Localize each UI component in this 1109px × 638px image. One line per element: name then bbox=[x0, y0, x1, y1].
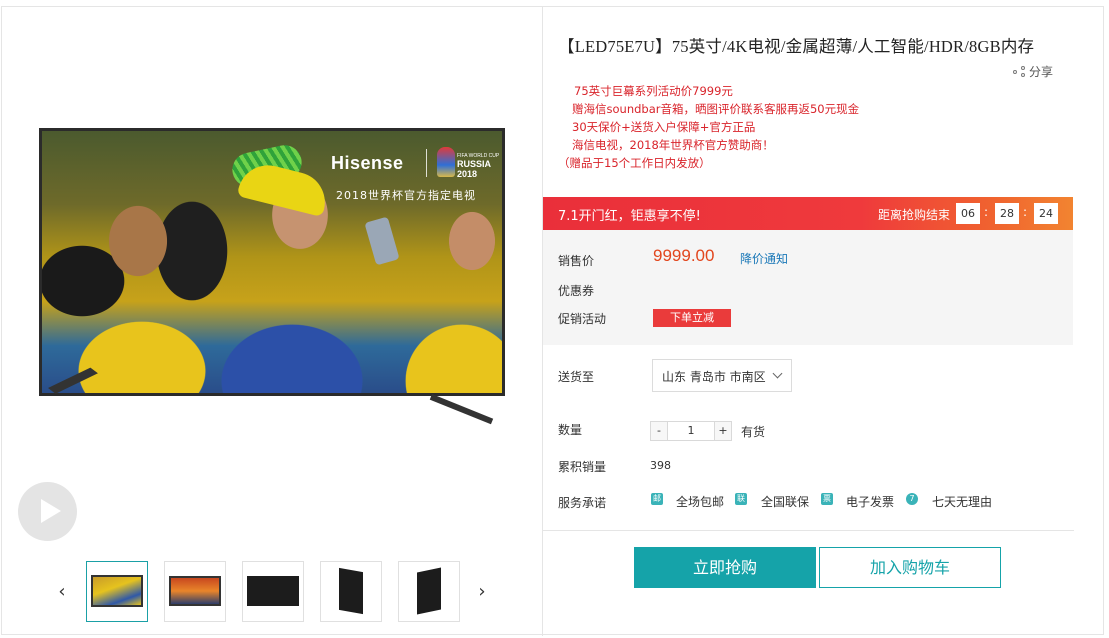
price-panel: 销售价 9999.00 降价通知 优惠券 促销活动 下单立减 bbox=[543, 230, 1073, 345]
buy-now-button[interactable]: 立即抢购 bbox=[634, 547, 816, 588]
countdown-label: 距离抢购结束 bbox=[878, 208, 951, 222]
promo-line: （赠品于15个工作日内发放） bbox=[558, 156, 711, 170]
flash-sale-text: 7.1开门红，钜惠享不停! bbox=[558, 209, 701, 224]
thumbnail-2[interactable] bbox=[164, 561, 226, 622]
service-invoice: 电子发票 bbox=[846, 495, 895, 509]
quantity-decrease-button[interactable]: - bbox=[650, 421, 668, 441]
service-warranty: 全国联保 bbox=[761, 495, 810, 509]
service-free-shipping: 全场包邮 bbox=[676, 495, 725, 509]
promo-description: 75英寸巨幕系列活动价7999元 赠海信soundbar音箱，晒图评价联系客服再… bbox=[558, 82, 859, 172]
promotion-label: 促销活动 bbox=[558, 312, 607, 326]
countdown-seconds: 24 bbox=[1034, 203, 1058, 224]
tv-screen: Hisense FIFA WORLD CUP RUSSIA 2018 2018世… bbox=[42, 131, 502, 393]
coupon-label: 优惠券 bbox=[558, 284, 595, 298]
logo-separator bbox=[426, 149, 427, 177]
world-cup-emblem-icon bbox=[437, 147, 455, 177]
tv-frame: Hisense FIFA WORLD CUP RUSSIA 2018 2018世… bbox=[39, 128, 505, 396]
thumbnail-image bbox=[169, 576, 221, 606]
stock-status: 有货 bbox=[741, 425, 766, 439]
thumbnail-1[interactable] bbox=[86, 561, 148, 622]
world-cup-text: FIFA WORLD CUP RUSSIA 2018 bbox=[457, 153, 499, 179]
tv-stand-right bbox=[429, 394, 494, 425]
sales-label: 累积销量 bbox=[558, 460, 607, 474]
price-drop-notify-link[interactable]: 降价通知 bbox=[740, 250, 788, 267]
thumbnail-image bbox=[417, 567, 441, 615]
actions-divider bbox=[543, 530, 1074, 531]
thumbnail-image bbox=[339, 567, 363, 615]
promo-line: 30天保价+送货入户保障+官方正品 bbox=[572, 120, 756, 134]
cup-name: RUSSIA bbox=[457, 159, 492, 169]
thumbnail-4[interactable] bbox=[320, 561, 382, 622]
sale-price: 9999.00 bbox=[653, 246, 715, 265]
countdown-minutes: 28 bbox=[995, 203, 1019, 224]
quantity-stepper: - 1 + bbox=[650, 421, 732, 441]
add-to-cart-button[interactable]: 加入购物车 bbox=[819, 547, 1001, 588]
thumbnail-image bbox=[247, 576, 299, 606]
brand-logo: Hisense bbox=[331, 153, 404, 173]
thumbnail-next-button[interactable]: › bbox=[475, 581, 489, 602]
promo-line: 赠海信soundbar音箱，晒图评价联系客服再返50元现金 bbox=[572, 102, 860, 116]
thumbnail-3[interactable] bbox=[242, 561, 304, 622]
sales-count: 398 bbox=[650, 459, 671, 472]
countdown-hours: 06 bbox=[956, 203, 980, 224]
thumbnail-5[interactable] bbox=[398, 561, 460, 622]
shipping-label: 送货至 bbox=[558, 370, 595, 384]
play-video-button[interactable] bbox=[18, 482, 77, 541]
promo-line: 海信电视，2018年世界杯官方赞助商！ bbox=[572, 138, 774, 152]
cup-year: 2018 bbox=[457, 169, 478, 179]
main-product-image[interactable]: Hisense FIFA WORLD CUP RUSSIA 2018 2018世… bbox=[36, 126, 508, 425]
flash-sale-bar: 7.1开门红，钜惠享不停! 距离抢购结束 06 : 28 : 24 bbox=[543, 197, 1073, 230]
share-label: 分享 bbox=[1029, 65, 1054, 79]
product-title: 【LED75E7U】75英寸/4K电视/金属超薄/人工智能/HDR/8GB内存 bbox=[558, 37, 1035, 56]
thumbnail-image bbox=[91, 575, 143, 607]
services-label: 服务承诺 bbox=[558, 496, 607, 510]
price-label: 销售价 bbox=[558, 254, 595, 268]
seven-day-return-icon: 7 bbox=[906, 493, 918, 505]
share-icon bbox=[1013, 65, 1027, 78]
quantity-increase-button[interactable]: + bbox=[714, 421, 732, 441]
promo-line: 75英寸巨幕系列活动价7999元 bbox=[574, 84, 733, 98]
thumbnail-prev-button[interactable]: ‹ bbox=[55, 581, 69, 602]
free-shipping-icon: 邮 bbox=[651, 493, 663, 505]
service-seven-day-return: 七天无理由 bbox=[932, 495, 993, 509]
promotion-badge[interactable]: 下单立减 bbox=[653, 309, 731, 327]
shipping-region-select[interactable]: 山东 青岛市 市南区 bbox=[652, 359, 792, 392]
shipping-region-value: 山东 青岛市 市南区 bbox=[662, 370, 766, 384]
countdown-separator: : bbox=[1023, 205, 1028, 219]
hero-slogan: 2018世界杯官方指定电视 bbox=[336, 189, 476, 202]
share-button[interactable]: 分享 bbox=[1013, 63, 1053, 80]
chevron-down-icon bbox=[772, 368, 783, 379]
countdown-separator: : bbox=[984, 205, 989, 219]
quantity-label: 数量 bbox=[558, 423, 583, 437]
warranty-icon: 联 bbox=[735, 493, 747, 505]
quantity-input[interactable]: 1 bbox=[668, 421, 714, 441]
invoice-icon: 票 bbox=[821, 493, 833, 505]
